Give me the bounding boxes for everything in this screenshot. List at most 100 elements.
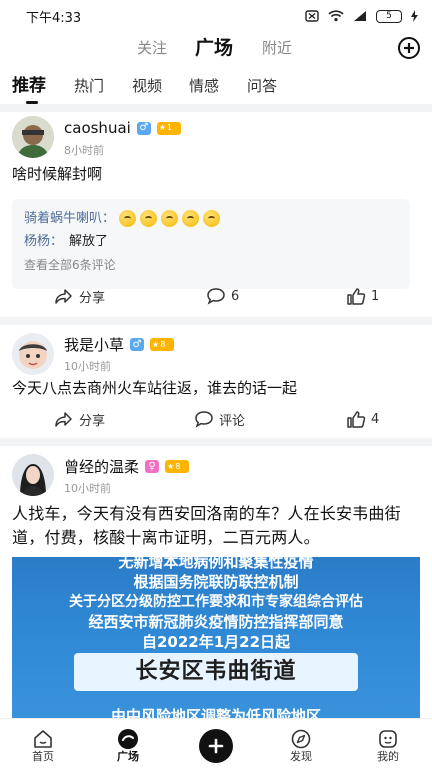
image-banner: 长安区韦曲街道 bbox=[74, 653, 358, 691]
post-author[interactable]: 曾经的温柔 ♀ ★ 8 bbox=[64, 456, 190, 477]
comment-item: 骑着蜗牛喇叭： bbox=[24, 207, 410, 230]
username[interactable]: 我是小草 bbox=[64, 334, 124, 355]
charging-icon bbox=[411, 10, 418, 22]
image-text-line: 自2022年1月22日起 bbox=[141, 633, 291, 651]
tab-qa[interactable]: 问答 bbox=[247, 72, 277, 100]
battery-icon: 5 bbox=[376, 9, 402, 23]
section-divider bbox=[0, 104, 432, 112]
level-value: 8 bbox=[175, 461, 181, 471]
nav-square[interactable]: 广场 bbox=[98, 719, 158, 768]
nav-label: 发现 bbox=[290, 750, 312, 763]
tab-hot[interactable]: 热门 bbox=[74, 72, 104, 100]
tab-square[interactable]: 广场 bbox=[195, 32, 233, 64]
profile-icon bbox=[379, 730, 397, 748]
comment-text: 解放了 bbox=[69, 234, 109, 249]
top-nav: 关注 广场 附近 bbox=[0, 32, 432, 64]
emoji-icon bbox=[161, 210, 179, 227]
avatar[interactable] bbox=[12, 454, 54, 496]
square-icon bbox=[118, 729, 138, 749]
level-value: 1 bbox=[166, 123, 173, 132]
avatar[interactable] bbox=[12, 116, 54, 158]
username[interactable]: caoshuai bbox=[64, 119, 131, 137]
comment-button[interactable]: 评论 bbox=[194, 409, 245, 429]
avatar[interactable] bbox=[12, 333, 54, 375]
comment-count: 6 bbox=[231, 288, 240, 304]
star-icon: ★ bbox=[167, 461, 175, 471]
status-bar: 下午4:33 5 bbox=[0, 0, 432, 32]
post-author[interactable]: 我是小草 ♂ ★ 8 bbox=[64, 334, 175, 355]
tab-emotion[interactable]: 情感 bbox=[189, 72, 219, 100]
gender-badge: ♀ bbox=[145, 460, 160, 473]
publish-button[interactable] bbox=[199, 729, 233, 763]
share-button[interactable]: 分享 bbox=[54, 286, 105, 306]
star-icon: ★ bbox=[158, 123, 166, 132]
level-value: 8 bbox=[160, 339, 166, 349]
nav-label: 首页 bbox=[32, 750, 54, 763]
section-divider bbox=[0, 317, 432, 325]
comment-preview[interactable]: 骑着蜗牛喇叭： 杨杨： 解放了 查看全部6条评论 bbox=[12, 199, 410, 289]
emoji-icon bbox=[182, 210, 200, 227]
comment-label: 评论 bbox=[219, 413, 246, 429]
plus-icon bbox=[208, 738, 224, 754]
level-badge: ★ 8 bbox=[150, 338, 175, 351]
image-text-line: 关于分区分级防控工作要求和市专家组综合评估 bbox=[69, 594, 363, 610]
status-icons: 5 bbox=[305, 9, 418, 23]
tab-video[interactable]: 视频 bbox=[132, 72, 162, 100]
thumbs-up-icon bbox=[347, 411, 366, 428]
section-divider bbox=[0, 438, 432, 446]
post-content[interactable]: 啥时候解封啊 bbox=[12, 163, 420, 186]
like-button[interactable]: 4 bbox=[346, 409, 379, 429]
share-label: 分享 bbox=[79, 290, 106, 306]
post-image[interactable]: 无新增本地病例和聚集性疫情 根据国务院联防联控机制 关于分区分级防控工作要求和市… bbox=[12, 557, 420, 727]
tab-follow[interactable]: 关注 bbox=[137, 32, 167, 64]
share-label: 分享 bbox=[79, 413, 106, 429]
see-all-comments-link[interactable]: 查看全部6条评论 bbox=[24, 253, 410, 277]
share-icon bbox=[55, 412, 72, 427]
thumbs-up-icon bbox=[347, 288, 366, 305]
status-time: 下午4:33 bbox=[26, 10, 82, 26]
username[interactable]: 曾经的温柔 bbox=[64, 456, 139, 477]
post-card[interactable]: caoshuai ♂ ★ 1 8小时前 啥时候解封啊 骑着蜗牛喇叭： 杨杨： 解放… bbox=[0, 112, 432, 317]
tab-recommend[interactable]: 推荐 bbox=[12, 72, 46, 100]
post-card[interactable]: 我是小草 ♂ ★ 8 10小时前 今天八点去商州火车站往返，谁去的话一起 分享 评… bbox=[0, 325, 432, 438]
home-icon bbox=[34, 730, 52, 748]
category-tabs: 推荐 热门 视频 情感 问答 bbox=[0, 72, 432, 104]
nav-discover[interactable]: 发现 bbox=[271, 719, 331, 768]
post-content[interactable]: 今天八点去商州火车站往返，谁去的话一起 bbox=[12, 377, 420, 400]
add-post-button[interactable] bbox=[398, 37, 420, 59]
comment-author[interactable]: 骑着蜗牛喇叭： bbox=[24, 207, 115, 230]
avatar-image bbox=[12, 333, 54, 375]
comment-button[interactable]: 6 bbox=[206, 286, 239, 306]
like-button[interactable]: 1 bbox=[346, 286, 379, 306]
gender-badge: ♂ bbox=[136, 121, 151, 135]
emoji-icon bbox=[140, 210, 158, 227]
image-text-line: 经西安市新冠肺炎疫情防控指挥部同意 bbox=[88, 613, 344, 631]
gender-badge: ♂ bbox=[130, 338, 145, 351]
post-content[interactable]: 人找车，今天有没有西安回洛南的车？人在长安韦曲街道，付费，核酸十离市证明，二百元… bbox=[12, 502, 420, 550]
nav-label: 广场 bbox=[117, 750, 139, 763]
discover-icon bbox=[291, 729, 311, 749]
post-time: 10小时前 bbox=[64, 482, 111, 495]
avatar-image bbox=[12, 454, 54, 496]
emoji-group bbox=[119, 210, 224, 227]
nav-home[interactable]: 首页 bbox=[13, 719, 73, 768]
comment-item: 杨杨： 解放了 bbox=[24, 230, 410, 253]
wifi-icon bbox=[328, 10, 344, 22]
level-badge: ★ 1 bbox=[156, 121, 181, 135]
post-author[interactable]: caoshuai ♂ ★ 1 bbox=[64, 119, 181, 137]
screen-off-icon bbox=[305, 10, 319, 22]
level-badge: ★ 8 bbox=[165, 460, 190, 473]
image-text-line: 无新增本地病例和聚集性疫情 bbox=[118, 557, 314, 571]
nav-label: 我的 bbox=[377, 750, 399, 763]
nav-mine[interactable]: 我的 bbox=[358, 719, 418, 768]
comment-author[interactable]: 杨杨： bbox=[24, 230, 63, 253]
signal-icon bbox=[354, 11, 366, 21]
battery-level: 5 bbox=[386, 10, 392, 21]
bottom-nav: 首页 广场 发现 我的 bbox=[0, 718, 432, 768]
post-card[interactable]: 曾经的温柔 ♀ ★ 8 10小时前 人找车，今天有没有西安回洛南的车？人在长安韦曲… bbox=[0, 446, 432, 727]
tab-nearby[interactable]: 附近 bbox=[262, 32, 292, 64]
share-button[interactable]: 分享 bbox=[54, 409, 105, 429]
emoji-icon bbox=[119, 210, 137, 227]
star-icon: ★ bbox=[152, 339, 160, 349]
image-text-line: 根据国务院联防联控机制 bbox=[133, 573, 299, 591]
